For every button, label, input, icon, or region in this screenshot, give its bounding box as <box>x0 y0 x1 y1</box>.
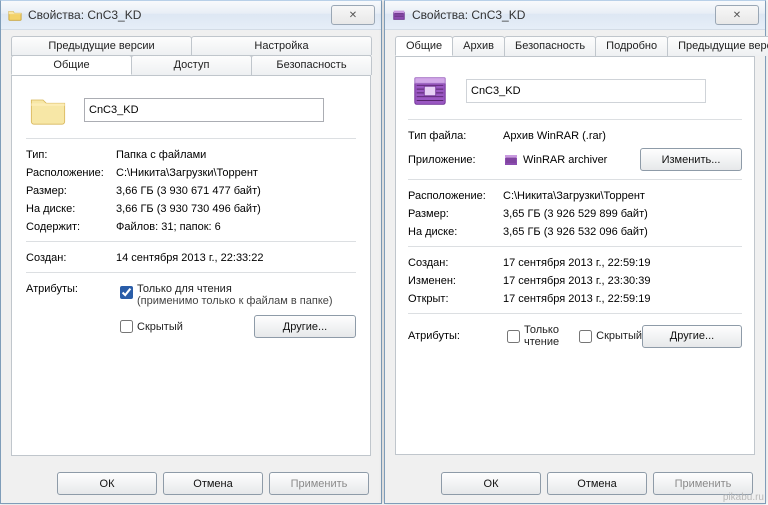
properties-dialog-folder: Свойства: CnC3_KD ✕ Предыдущие версии На… <box>0 0 382 504</box>
ok-button[interactable]: ОК <box>57 472 157 495</box>
value-ondisk: 3,65 ГБ (3 926 532 096 байт) <box>503 226 648 238</box>
tab-access[interactable]: Доступ <box>131 55 252 75</box>
value-location: C:\Никита\Загрузки\Торрент <box>503 190 645 202</box>
winrar-mini-icon <box>503 152 519 168</box>
dialog-body: Предыдущие версии Настройка Общие Доступ… <box>1 30 381 464</box>
label-modified: Изменен: <box>408 275 503 287</box>
advanced-button[interactable]: Другие... <box>254 315 356 338</box>
label-accessed: Открыт: <box>408 293 503 305</box>
value-app: WinRAR archiver <box>523 154 607 166</box>
checkbox-readonly[interactable] <box>120 286 133 299</box>
label-type: Тип: <box>26 149 116 161</box>
tab-security[interactable]: Безопасность <box>251 55 372 75</box>
label-filetype: Тип файла: <box>408 130 503 142</box>
rar-big-icon <box>408 71 452 111</box>
tab-general[interactable]: Общие <box>395 36 453 56</box>
value-created: 14 сентября 2013 г., 22:33:22 <box>116 252 263 264</box>
change-app-button[interactable]: Изменить... <box>640 148 742 171</box>
tab-general[interactable]: Общие <box>11 55 132 75</box>
label-app: Приложение: <box>408 154 503 166</box>
label-contains: Содержит: <box>26 221 116 233</box>
checkbox-hidden[interactable] <box>579 330 592 343</box>
tab-row-lower: Общие Доступ Безопасность <box>11 55 371 76</box>
dialog-body: Общие Архив Безопасность Подробно Предыд… <box>385 30 765 464</box>
advanced-button[interactable]: Другие... <box>642 325 742 348</box>
value-accessed: 17 сентября 2013 г., 22:59:19 <box>503 293 650 305</box>
close-button[interactable]: ✕ <box>715 5 759 25</box>
folder-icon <box>7 7 23 23</box>
dialog-button-bar: ОК Отмена Применить <box>441 472 753 495</box>
cancel-button[interactable]: Отмена <box>163 472 263 495</box>
label-created: Создан: <box>26 252 116 264</box>
titlebar[interactable]: Свойства: CnC3_KD ✕ <box>1 1 381 30</box>
label-attributes: Атрибуты: <box>26 283 116 295</box>
tab-security[interactable]: Безопасность <box>504 36 596 56</box>
label-size: Размер: <box>408 208 503 220</box>
tab-previous-versions[interactable]: Предыдущие версии <box>667 36 768 56</box>
checkbox-hidden[interactable] <box>120 320 133 333</box>
value-size: 3,65 ГБ (3 926 529 899 байт) <box>503 208 648 220</box>
folder-big-icon <box>26 90 70 130</box>
label-size: Размер: <box>26 185 116 197</box>
label-ondisk: На диске: <box>408 226 503 238</box>
properties-dialog-archive: Свойства: CnC3_KD ✕ Общие Архив Безопасн… <box>384 0 766 504</box>
name-field <box>466 79 706 103</box>
tab-page-general: Тип файла:Архив WinRAR (.rar) Приложение… <box>395 57 755 455</box>
title-text: Свойства: CnC3_KD <box>412 8 715 22</box>
label-attributes: Атрибуты: <box>408 330 503 342</box>
tab-details[interactable]: Подробно <box>595 36 668 56</box>
hidden-label: Скрытый <box>137 321 183 333</box>
close-button[interactable]: ✕ <box>331 5 375 25</box>
cancel-button[interactable]: Отмена <box>547 472 647 495</box>
readonly-note: (применимо только к файлам в папке) <box>137 295 333 307</box>
winrar-icon <box>391 7 407 23</box>
value-ondisk: 3,66 ГБ (3 930 730 496 байт) <box>116 203 261 215</box>
tab-page-general: Тип:Папка с файлами Расположение:C:\Ники… <box>11 76 371 456</box>
name-field[interactable] <box>84 98 324 122</box>
label-created: Создан: <box>408 257 503 269</box>
tab-settings[interactable]: Настройка <box>191 36 372 55</box>
hidden-label: Скрытый <box>596 330 642 342</box>
readonly-label: Только чтение <box>524 324 567 348</box>
value-type: Папка с файлами <box>116 149 206 161</box>
label-ondisk: На диске: <box>26 203 116 215</box>
ok-button[interactable]: ОК <box>441 472 541 495</box>
dialog-button-bar: ОК Отмена Применить <box>57 472 369 495</box>
checkbox-readonly[interactable] <box>507 330 520 343</box>
value-filetype: Архив WinRAR (.rar) <box>503 130 606 142</box>
tab-previous-versions[interactable]: Предыдущие версии <box>11 36 192 55</box>
title-text: Свойства: CnC3_KD <box>28 8 331 22</box>
titlebar[interactable]: Свойства: CnC3_KD ✕ <box>385 1 765 30</box>
close-icon: ✕ <box>349 10 357 21</box>
tab-archive[interactable]: Архив <box>452 36 505 56</box>
label-location: Расположение: <box>26 167 116 179</box>
value-size: 3,66 ГБ (3 930 671 477 байт) <box>116 185 261 197</box>
label-location: Расположение: <box>408 190 503 202</box>
tab-row-upper: Предыдущие версии Настройка <box>11 36 371 56</box>
readonly-label: Только для чтения <box>137 283 232 295</box>
close-icon: ✕ <box>733 10 741 21</box>
value-created: 17 сентября 2013 г., 22:59:19 <box>503 257 650 269</box>
tab-row: Общие Архив Безопасность Подробно Предыд… <box>395 36 755 57</box>
value-contains: Файлов: 31; папок: 6 <box>116 221 221 233</box>
watermark: pikabu.ru <box>723 492 764 503</box>
apply-button[interactable]: Применить <box>269 472 369 495</box>
value-modified: 17 сентября 2013 г., 23:30:39 <box>503 275 650 287</box>
value-location: C:\Никита\Загрузки\Торрент <box>116 167 258 179</box>
